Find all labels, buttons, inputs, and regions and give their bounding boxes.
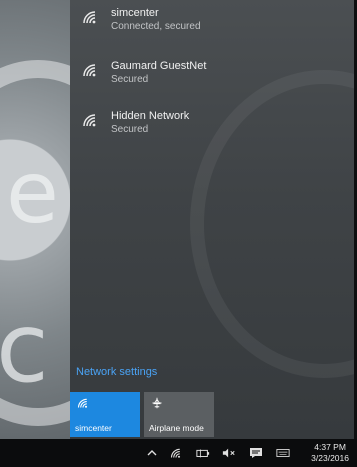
network-item[interactable]: Hidden Network Secured bbox=[70, 109, 354, 155]
quick-action-label: simcenter bbox=[75, 423, 112, 433]
network-name: Gaumard GuestNet bbox=[111, 60, 207, 72]
wifi-icon bbox=[83, 64, 96, 77]
wifi-icon bbox=[77, 398, 88, 408]
network-item[interactable]: Gaumard GuestNet Secured bbox=[70, 59, 354, 105]
airplane-icon bbox=[152, 397, 162, 409]
quick-action-airplane-mode[interactable]: Airplane mode bbox=[144, 392, 214, 437]
wallpaper-graphic: e bbox=[6, 143, 59, 243]
network-name: simcenter bbox=[111, 7, 159, 19]
taskbar: 4:37 PM 3/23/2016 bbox=[0, 439, 357, 467]
desktop-wallpaper: e c bbox=[0, 0, 70, 439]
wifi-icon bbox=[83, 114, 96, 127]
quick-action-label: Airplane mode bbox=[149, 423, 204, 433]
wifi-icon[interactable] bbox=[169, 447, 183, 459]
network-flyout: simcenter Connected, secured Gaumard Gue… bbox=[70, 0, 354, 439]
network-status: Secured bbox=[111, 74, 149, 85]
chevron-up-icon[interactable] bbox=[145, 447, 159, 459]
wallpaper-graphic: c bbox=[0, 292, 49, 404]
taskbar-clock[interactable]: 4:37 PM 3/23/2016 bbox=[311, 442, 349, 464]
action-center-icon[interactable] bbox=[249, 447, 263, 459]
battery-icon[interactable] bbox=[196, 447, 210, 459]
clock-date: 3/23/2016 bbox=[311, 453, 349, 463]
keyboard-icon[interactable] bbox=[276, 447, 290, 459]
quick-action-wifi[interactable]: simcenter bbox=[70, 392, 140, 437]
network-name: Hidden Network bbox=[111, 110, 190, 122]
network-status: Connected, secured bbox=[111, 21, 201, 32]
network-settings-link[interactable]: Network settings bbox=[76, 366, 157, 378]
wifi-icon bbox=[83, 11, 97, 24]
network-item[interactable]: simcenter Connected, secured bbox=[70, 6, 354, 52]
clock-time: 4:37 PM bbox=[314, 442, 346, 452]
network-status: Secured bbox=[111, 124, 149, 135]
volume-muted-icon[interactable] bbox=[222, 447, 236, 459]
